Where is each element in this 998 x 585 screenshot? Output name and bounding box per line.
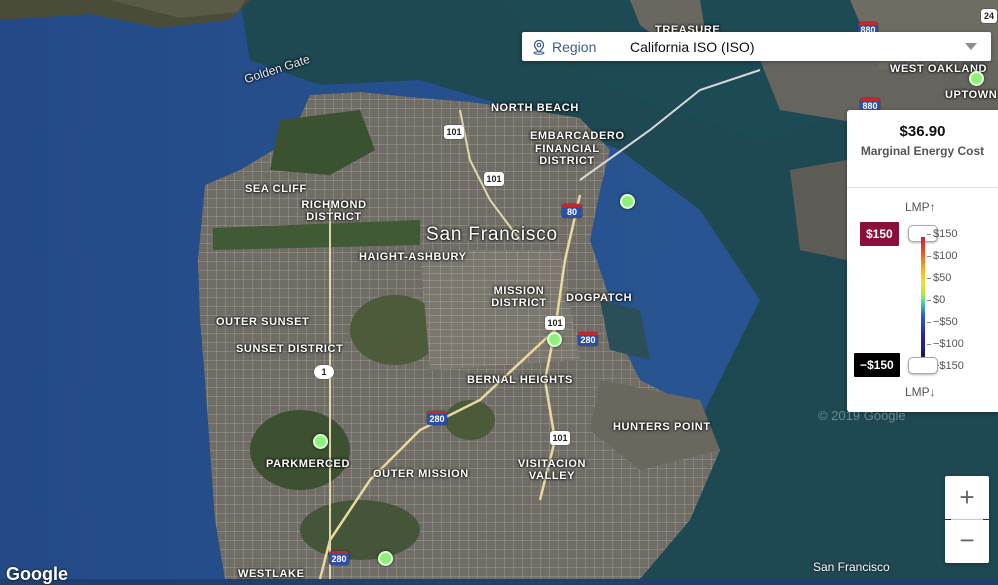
interstate-shield-280: 280 — [578, 332, 598, 346]
price-legend-panel: $36.90 Marginal Energy Cost LMP↑ $150 $1… — [847, 110, 998, 412]
price-node-marker[interactable] — [313, 434, 328, 449]
zoom-out-button[interactable]: − — [945, 520, 989, 563]
map-label-sunset-district: SUNSET DISTRICT — [236, 343, 344, 355]
highway-shield-101: 101 — [444, 125, 464, 139]
legend-divider — [847, 187, 998, 188]
lmp-up-label: LMP↑ — [905, 200, 936, 214]
map-label-bernal-heights: BERNAL HEIGHTS — [467, 374, 573, 386]
map-label-north-beach: NORTH BEACH — [491, 102, 579, 114]
color-scale-bar — [921, 237, 925, 367]
map-label-westlake: WESTLAKE — [238, 568, 305, 580]
interstate-shield-280: 280 — [329, 551, 349, 565]
map-label-mission-district: MISSION DISTRICT — [491, 285, 547, 309]
map-label-sea-cliff: SEA CLIFF — [245, 183, 307, 195]
min-value-badge: −$150 — [854, 353, 900, 377]
scale-tick-label: $0 — [926, 294, 946, 306]
map-label-richmond-district: RICHMOND DISTRICT — [301, 199, 367, 223]
zoom-in-button[interactable]: + — [945, 476, 989, 519]
price-node-marker[interactable] — [378, 551, 393, 566]
map-label-san-francisco: San Francisco — [426, 224, 558, 245]
scale-tick-label: $50 — [926, 272, 952, 284]
highway-shield-101: 101 — [545, 316, 565, 330]
map-label-visitacion-valley: VISITACION VALLEY — [517, 458, 587, 482]
highway-shield-1: 1 — [314, 365, 334, 379]
region-selector[interactable]: Region California ISO (ISO) — [522, 32, 991, 61]
lmp-down-label: LMP↓ — [905, 385, 936, 399]
region-label: Region — [552, 38, 597, 55]
price-node-marker[interactable] — [969, 71, 984, 86]
map-copyright: © 2019 Google — [818, 408, 906, 423]
scale-tick-label: $150 — [926, 228, 958, 240]
highway-shield-24: 24 — [981, 9, 997, 23]
scale-tick-label: −$100 — [927, 338, 964, 350]
highway-shield-101: 101 — [484, 172, 504, 186]
map-scale-label: San Francisco — [813, 560, 890, 574]
map-pin-icon — [533, 39, 545, 55]
interstate-shield-280: 280 — [427, 411, 447, 425]
map-label-uptown: UPTOWN — [945, 89, 998, 101]
google-logo: Google — [6, 564, 68, 584]
scale-tick-label: $100 — [926, 250, 958, 262]
map-label-financial-district: FINANCIAL DISTRICT — [535, 143, 600, 167]
map-label-outer-mission: OUTER MISSION — [373, 468, 469, 480]
map-label-hunters-point: HUNTERS POINT — [613, 421, 711, 433]
scale-tick-label: −$50 — [927, 316, 958, 328]
map-label-dogpatch: DOGPATCH — [566, 292, 633, 304]
marginal-price-description: Marginal Energy Cost — [860, 144, 985, 158]
map-label-parkmerced: PARKMERCED — [266, 458, 351, 470]
map-label-outer-sunset: OUTER SUNSET — [216, 316, 310, 328]
price-node-marker[interactable] — [547, 332, 562, 347]
min-slider-handle[interactable] — [908, 357, 938, 374]
map-label-haight-ashbury: HAIGHT-ASHBURY — [359, 251, 467, 263]
region-value: California ISO (ISO) — [630, 38, 755, 55]
chevron-down-icon[interactable] — [965, 43, 977, 50]
price-node-marker[interactable] — [620, 194, 635, 209]
highway-shield-101: 101 — [550, 431, 570, 445]
marginal-price-value: $36.90 — [899, 123, 946, 140]
max-value-badge: $150 — [860, 222, 899, 246]
map-label-embarcadero: EMBARCADERO — [530, 130, 625, 142]
interstate-shield-80: 80 — [562, 204, 582, 218]
